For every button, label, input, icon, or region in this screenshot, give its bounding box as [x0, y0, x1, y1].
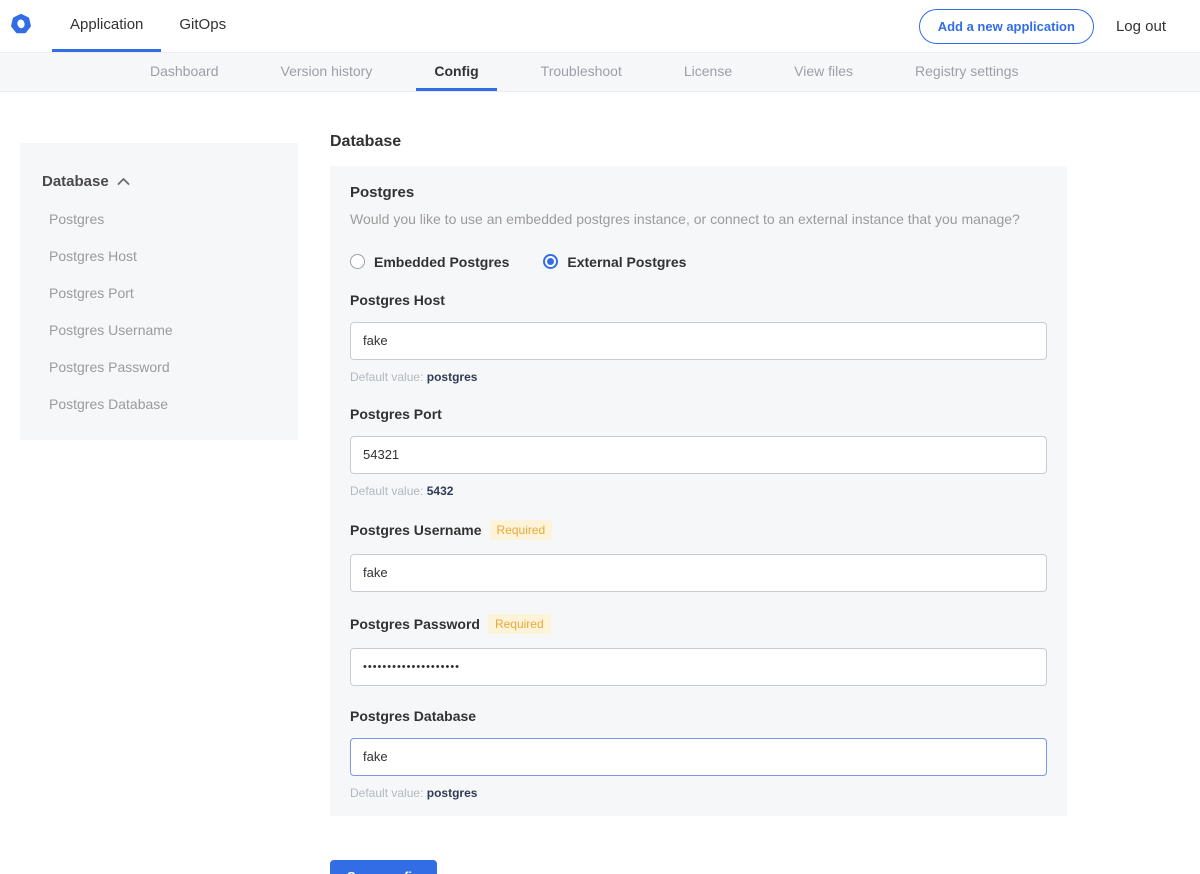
field-label: Postgres Password — [350, 616, 480, 632]
sidebar-item-postgres-username[interactable]: Postgres Username — [42, 322, 276, 338]
subnav-item-license[interactable]: License — [666, 53, 750, 91]
subnav-item-registry-settings[interactable]: Registry settings — [897, 53, 1036, 91]
radio-unselected-icon — [350, 254, 365, 269]
subnav-item-version-history[interactable]: Version history — [263, 53, 391, 91]
topbar: Application GitOps Add a new application… — [0, 0, 1200, 52]
topbar-actions: Add a new application Log out — [919, 0, 1200, 52]
group-help-text: Would you like to use an embedded postgr… — [350, 210, 1047, 230]
tab-application[interactable]: Application — [52, 0, 161, 52]
required-badge: Required — [490, 520, 553, 540]
field-postgres-host: Postgres Host Default value: postgres — [350, 292, 1047, 384]
tab-gitops[interactable]: GitOps — [161, 0, 244, 52]
config-group-panel: Postgres Would you like to use an embedd… — [330, 166, 1067, 816]
default-value: postgres — [427, 370, 478, 384]
app-logo — [10, 0, 52, 52]
radio-embedded-label: Embedded Postgres — [374, 254, 509, 270]
config-content: Database Postgres Postgres Host Postgres… — [0, 92, 1200, 874]
group-label: Postgres — [350, 184, 1047, 201]
subnav-item-config[interactable]: Config — [416, 53, 496, 91]
sidebar-item-list: Postgres Postgres Host Postgres Port Pos… — [42, 211, 276, 412]
default-value-helper: Default value: postgres — [350, 786, 1047, 800]
chevron-up-icon — [117, 173, 130, 190]
default-value-helper: Default value: 5432 — [350, 484, 1047, 498]
field-postgres-database: Postgres Database Default value: postgre… — [350, 708, 1047, 800]
postgres-port-input[interactable] — [350, 436, 1047, 474]
postgres-password-input[interactable] — [350, 648, 1047, 686]
postgres-database-input[interactable] — [350, 738, 1047, 776]
add-application-button[interactable]: Add a new application — [919, 9, 1094, 44]
radio-selected-icon — [543, 254, 558, 269]
field-label: Postgres Database — [350, 708, 476, 724]
field-label: Postgres Port — [350, 406, 442, 422]
default-value-helper: Default value: postgres — [350, 370, 1047, 384]
logout-link[interactable]: Log out — [1116, 18, 1166, 35]
sidebar-item-postgres[interactable]: Postgres — [42, 211, 276, 227]
postgres-type-radio-group: Embedded Postgres External Postgres — [350, 254, 1047, 270]
field-label: Postgres Host — [350, 292, 445, 308]
subnav-item-troubleshoot[interactable]: Troubleshoot — [523, 53, 640, 91]
sidebar-item-postgres-port[interactable]: Postgres Port — [42, 285, 276, 301]
page-title: Database — [330, 133, 1067, 151]
field-postgres-password: Postgres Password Required — [350, 614, 1047, 686]
sidebar-group-label: Database — [42, 173, 109, 190]
sidebar-item-postgres-database[interactable]: Postgres Database — [42, 396, 276, 412]
config-main: Database Postgres Would you like to use … — [330, 133, 1067, 874]
sidebar-group-database[interactable]: Database — [42, 173, 276, 190]
radio-external-postgres[interactable]: External Postgres — [543, 254, 686, 270]
field-label: Postgres Username — [350, 522, 482, 538]
app-subnav: Dashboard Version history Config Trouble… — [0, 52, 1200, 92]
postgres-host-input[interactable] — [350, 322, 1047, 360]
field-postgres-port: Postgres Port Default value: 5432 — [350, 406, 1047, 498]
postgres-username-input[interactable] — [350, 554, 1047, 592]
sidebar-item-postgres-host[interactable]: Postgres Host — [42, 248, 276, 264]
subnav-item-view-files[interactable]: View files — [776, 53, 871, 91]
save-config-button[interactable]: Save config — [330, 860, 437, 874]
radio-external-label: External Postgres — [567, 254, 686, 270]
sidebar-item-postgres-password[interactable]: Postgres Password — [42, 359, 276, 375]
field-postgres-username: Postgres Username Required — [350, 520, 1047, 592]
radio-embedded-postgres[interactable]: Embedded Postgres — [350, 254, 509, 270]
default-value: 5432 — [427, 484, 454, 498]
subnav-item-dashboard[interactable]: Dashboard — [132, 53, 237, 91]
required-badge: Required — [488, 614, 551, 634]
config-sidebar: Database Postgres Postgres Host Postgres… — [20, 143, 298, 440]
default-value: postgres — [427, 786, 478, 800]
logo-icon — [10, 13, 32, 40]
